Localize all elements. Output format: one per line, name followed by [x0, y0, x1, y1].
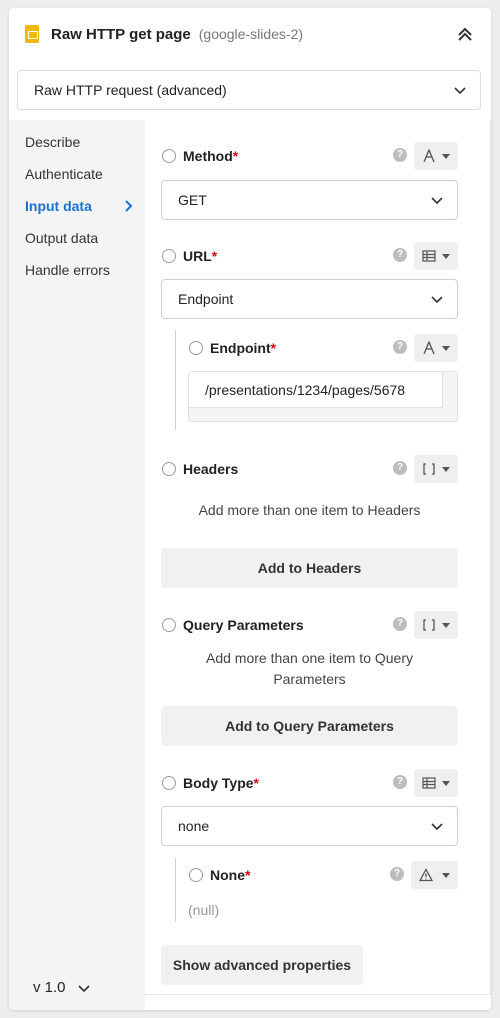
none-radio[interactable]: [189, 868, 203, 882]
endpoint-label: Endpoint*: [210, 340, 277, 356]
none-label: None*: [210, 867, 251, 883]
url-radio[interactable]: [162, 249, 176, 263]
table-type-icon: [422, 777, 436, 789]
sidebar-item-output-data[interactable]: Output data: [9, 222, 145, 254]
chevron-down-icon: [431, 296, 443, 304]
method-label: Method*: [183, 148, 239, 164]
text-type-icon: [423, 149, 435, 163]
tree-line: [175, 330, 176, 430]
chevron-down-icon: [431, 197, 443, 205]
query-parameters-label: Query Parameters: [183, 617, 304, 633]
list-type-icon: [423, 463, 435, 475]
headers-label: Headers: [183, 461, 239, 477]
endpoint-input-value[interactable]: /presentations/1234/pages/5678: [189, 372, 443, 408]
help-icon[interactable]: ?: [393, 148, 407, 162]
sidebar-item-label: Authenticate: [25, 166, 103, 182]
caret-down-icon: [442, 467, 450, 472]
sidebar-item-input-data[interactable]: Input data: [9, 190, 145, 222]
none-null-value: (null): [188, 902, 220, 918]
version-select[interactable]: v 1.0: [33, 979, 90, 996]
caret-down-icon: [442, 873, 450, 878]
tree-line: [175, 858, 176, 922]
chevron-right-icon: [125, 200, 133, 212]
step-panel: Raw HTTP get page (google-slides-2) Raw …: [9, 8, 491, 1010]
endpoint-input[interactable]: /presentations/1234/pages/5678: [188, 371, 458, 422]
help-icon[interactable]: ?: [393, 340, 407, 354]
chevron-down-icon: [454, 87, 466, 95]
sidebar-item-label: Handle errors: [25, 262, 110, 278]
step-title: Raw HTTP get page: [51, 25, 191, 43]
body-type-label: Body Type*: [183, 775, 259, 791]
headers-type-button[interactable]: [414, 455, 458, 483]
chevron-down-icon: [431, 823, 443, 831]
url-select-value: Endpoint: [178, 291, 234, 307]
warning-icon: [419, 868, 433, 882]
url-type-button[interactable]: [414, 242, 458, 270]
step-header[interactable]: Raw HTTP get page (google-slides-2): [9, 8, 491, 60]
query-parameters-type-button[interactable]: [414, 611, 458, 639]
caret-down-icon: [442, 623, 450, 628]
add-to-headers-button[interactable]: Add to Headers: [161, 548, 458, 588]
action-select-value: Raw HTTP request (advanced): [34, 82, 227, 98]
version-label: v 1.0: [33, 979, 66, 996]
url-label: URL*: [183, 248, 218, 264]
endpoint-type-button[interactable]: [414, 334, 458, 362]
sidebar-item-label: Input data: [25, 198, 92, 214]
method-select-value: GET: [178, 192, 207, 208]
step-subtitle: (google-slides-2): [198, 26, 304, 42]
method-radio[interactable]: [162, 149, 176, 163]
method-type-button[interactable]: [414, 142, 458, 170]
sidebar-item-label: Output data: [25, 230, 99, 246]
table-type-icon: [422, 250, 436, 262]
google-slides-icon: [25, 25, 39, 43]
help-icon[interactable]: ?: [393, 248, 407, 262]
help-icon[interactable]: ?: [393, 775, 407, 789]
caret-down-icon: [442, 781, 450, 786]
text-type-icon: [423, 341, 435, 355]
help-icon[interactable]: ?: [390, 867, 404, 881]
none-type-button[interactable]: [411, 861, 458, 889]
sidebar-item-authenticate[interactable]: Authenticate: [9, 158, 145, 190]
help-icon[interactable]: ?: [393, 617, 407, 631]
sidebar-item-label: Describe: [25, 134, 81, 150]
body-type-select[interactable]: none: [161, 806, 458, 846]
sidebar-item-handle-errors[interactable]: Handle errors: [9, 254, 145, 286]
collapse-icon[interactable]: [455, 24, 475, 44]
help-icon[interactable]: ?: [393, 461, 407, 475]
body-type-radio[interactable]: [162, 776, 176, 790]
input-data-form: Method* ? GET URL* ? Endpoint Endpoint* …: [145, 120, 491, 995]
chevron-down-icon: [77, 984, 90, 992]
url-select[interactable]: Endpoint: [161, 279, 458, 319]
endpoint-radio[interactable]: [189, 341, 203, 355]
show-advanced-properties-button[interactable]: Show advanced properties: [161, 945, 363, 985]
sidebar-item-describe[interactable]: Describe: [9, 126, 145, 158]
body-type-select-value: none: [178, 818, 210, 834]
headers-hint: Add more than one item to Headers: [198, 502, 421, 518]
caret-down-icon: [442, 254, 450, 259]
caret-down-icon: [442, 346, 450, 351]
body-type-type-button[interactable]: [414, 769, 458, 797]
add-to-query-parameters-button[interactable]: Add to Query Parameters: [161, 706, 458, 746]
sidebar: Describe Authenticate Input data Output …: [9, 120, 145, 1010]
query-parameters-hint: Add more than one item to Query Paramete…: [206, 650, 413, 687]
caret-down-icon: [442, 154, 450, 159]
headers-radio[interactable]: [162, 462, 176, 476]
list-type-icon: [423, 619, 435, 631]
method-select[interactable]: GET: [161, 180, 458, 220]
query-parameters-radio[interactable]: [162, 618, 176, 632]
action-select[interactable]: Raw HTTP request (advanced): [17, 70, 481, 110]
